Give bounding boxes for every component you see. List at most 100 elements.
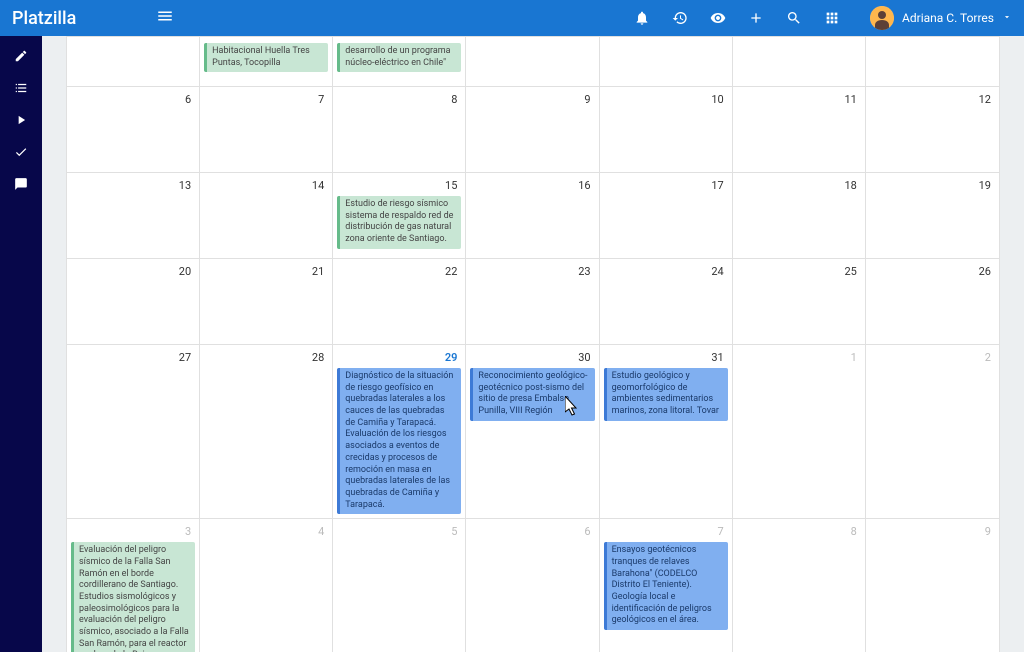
sidebar-check-icon[interactable] — [13, 144, 29, 160]
calendar-cell[interactable]: 19 — [866, 173, 999, 259]
user-menu[interactable]: Adriana C. Torres — [870, 6, 1012, 30]
day-number: 6 — [71, 91, 195, 108]
calendar-cell[interactable] — [466, 37, 599, 87]
search-icon[interactable] — [786, 10, 802, 26]
calendar-cell[interactable] — [733, 37, 866, 87]
day-number: 9 — [470, 91, 594, 108]
day-number: 2 — [870, 349, 995, 366]
day-number: 28 — [204, 349, 328, 366]
header: Platzilla Adriana C. Torres — [0, 0, 1024, 36]
day-number: 4 — [204, 523, 328, 540]
day-number: 31 — [604, 349, 728, 366]
calendar-row: 3 Evaluación del peligro sísmico de la Fa… — [67, 519, 999, 652]
calendar-row: 6789 10 11 12 — [67, 87, 999, 173]
calendar-event[interactable]: Reconocimiento geológico-geotécnico post… — [470, 368, 594, 421]
calendar-event[interactable]: Estudio de riesgo sísmico sistema de res… — [337, 196, 461, 249]
calendar-cell[interactable]: 17 — [600, 173, 733, 259]
sidebar-edit-icon[interactable] — [13, 48, 29, 64]
calendar-cell[interactable]: 21 — [200, 259, 333, 345]
day-number: 17 — [604, 177, 728, 194]
calendar-cell[interactable]: 20 — [67, 259, 200, 345]
day-number: 23 — [470, 263, 594, 280]
day-number: 10 — [604, 91, 728, 108]
header-icons: Adriana C. Torres — [634, 6, 1012, 30]
calendar-row: 2728 29 Diagnóstico de la situación de rie… — [67, 345, 999, 519]
sidebar-play-icon[interactable] — [13, 112, 29, 128]
sidebar-chat-icon[interactable] — [13, 176, 29, 192]
day-number: 8 — [737, 523, 861, 540]
calendar-cell[interactable]: 30 Reconocimiento geológico-geotécnico po… — [466, 345, 599, 519]
day-number: 20 — [71, 263, 195, 280]
calendar-cell[interactable]: 2 — [866, 345, 999, 519]
calendar-row: 20 21 2223 24 2526 — [67, 259, 999, 345]
calendar-event[interactable]: Evaluación del peligro sísmico de la Fal… — [71, 542, 195, 652]
day-number: 21 — [204, 263, 328, 280]
calendar-cell[interactable]: 4 — [200, 519, 333, 652]
apps-icon[interactable] — [824, 10, 840, 26]
avatar — [870, 6, 894, 30]
calendar-cell[interactable]: 7 — [200, 87, 333, 173]
calendar-event[interactable]: desarrollo de un programa núcleo-eléctri… — [337, 43, 461, 72]
calendar-cell[interactable]: 14 — [200, 173, 333, 259]
day-number: 1 — [737, 349, 861, 366]
sidebar-list-icon[interactable] — [13, 80, 29, 96]
day-number: 29 — [337, 349, 461, 366]
calendar-cell[interactable]: 8 — [733, 519, 866, 652]
calendar-cell[interactable]: 18 — [733, 173, 866, 259]
username: Adriana C. Torres — [902, 11, 994, 25]
calendar-cell[interactable] — [866, 37, 999, 87]
calendar-cell[interactable]: 1 — [733, 345, 866, 519]
calendar-row: 1314 15 Estudio de riesgo sísmico sistema … — [67, 173, 999, 259]
day-number: 24 — [604, 263, 728, 280]
calendar-event[interactable]: Estudio geológico y geomorfológico de am… — [604, 368, 728, 421]
calendar-cell[interactable]: 23 — [466, 259, 599, 345]
calendar-event[interactable]: Ensayos geotécnicos tranques de relaves … — [604, 542, 728, 630]
plus-icon[interactable] — [748, 10, 764, 26]
calendar-cell[interactable]: 24 — [600, 259, 733, 345]
calendar-cell[interactable]: desarrollo de un programa núcleo-eléctri… — [333, 37, 466, 87]
calendar-cell[interactable]: 29 Diagnóstico de la situación de riesgo … — [333, 345, 466, 519]
calendar-cell[interactable]: 5 — [333, 519, 466, 652]
sidebar — [0, 36, 42, 652]
calendar-cell[interactable]: 8 — [333, 87, 466, 173]
day-number: 11 — [737, 91, 861, 108]
calendar-grid: Habitacional Huella Tres Puntas, Tocopil… — [66, 36, 1000, 652]
calendar-cell[interactable]: 13 — [67, 173, 200, 259]
calendar-cell[interactable]: 15 Estudio de riesgo sísmico sistema de r… — [333, 173, 466, 259]
calendar-cell[interactable] — [67, 37, 200, 87]
calendar-cell[interactable]: 27 — [67, 345, 200, 519]
calendar-cell[interactable]: 11 — [733, 87, 866, 173]
calendar-cell[interactable]: 25 — [733, 259, 866, 345]
calendar-cell[interactable]: 16 — [466, 173, 599, 259]
calendar-cell[interactable]: 6 — [466, 519, 599, 652]
calendar-cell[interactable]: 10 — [600, 87, 733, 173]
calendar-cell[interactable]: 12 — [866, 87, 999, 173]
history-icon[interactable] — [672, 10, 688, 26]
calendar-cell[interactable] — [600, 37, 733, 87]
calendar-cell[interactable]: 6 — [67, 87, 200, 173]
day-number: 3 — [71, 523, 195, 540]
menu-toggle-icon[interactable] — [156, 7, 174, 30]
calendar-cell[interactable]: 31 Estudio geológico y geomorfológico de … — [600, 345, 733, 519]
calendar-cell[interactable]: 22 — [333, 259, 466, 345]
calendar-cell[interactable]: 28 — [200, 345, 333, 519]
day-number: 8 — [337, 91, 461, 108]
day-number: 14 — [204, 177, 328, 194]
calendar-cell[interactable]: 9 — [466, 87, 599, 173]
day-number: 26 — [870, 263, 995, 280]
day-number: 30 — [470, 349, 594, 366]
calendar-cell[interactable]: 3 Evaluación del peligro sísmico de la Fa… — [67, 519, 200, 652]
calendar-cell[interactable]: 9 — [866, 519, 999, 652]
calendar-row: Habitacional Huella Tres Puntas, Tocopil… — [67, 37, 999, 87]
calendar-cell[interactable]: Habitacional Huella Tres Puntas, Tocopil… — [200, 37, 333, 87]
day-number: 6 — [470, 523, 594, 540]
eye-icon[interactable] — [710, 10, 726, 26]
calendar-event[interactable]: Habitacional Huella Tres Puntas, Tocopil… — [204, 43, 328, 72]
day-number: 9 — [870, 523, 995, 540]
day-number: 15 — [337, 177, 461, 194]
bell-icon[interactable] — [634, 10, 650, 26]
calendar-cell[interactable]: 7Ensayos geotécnicos tranques de relaves… — [600, 519, 733, 652]
app-logo[interactable]: Platzilla — [12, 8, 76, 29]
calendar-event[interactable]: Diagnóstico de la situación de riesgo ge… — [337, 368, 461, 514]
calendar-cell[interactable]: 26 — [866, 259, 999, 345]
